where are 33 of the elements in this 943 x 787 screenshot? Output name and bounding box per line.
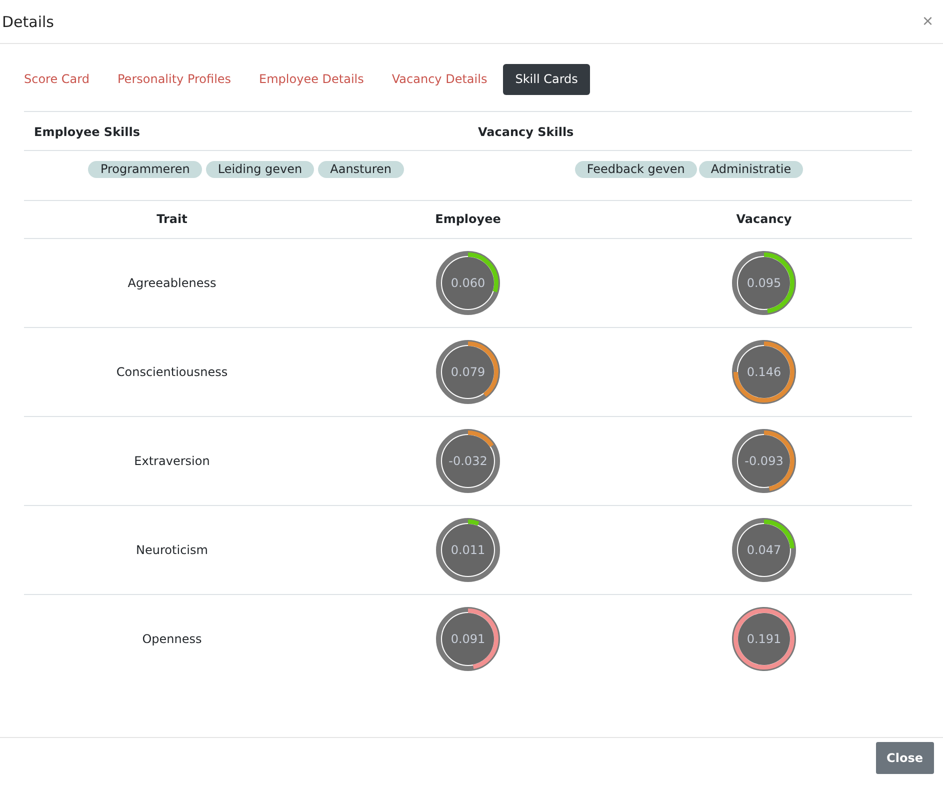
skill-tag: Administratie — [698, 161, 804, 178]
skill-tag: Programmeren — [88, 161, 202, 178]
column-heading: Employee — [434, 211, 502, 228]
column-heading: Trait — [156, 211, 188, 228]
trait-name: Openness — [142, 632, 202, 646]
gauge-reading: 0.011 — [450, 543, 486, 557]
close-button[interactable]: Close — [876, 742, 934, 774]
gauge-reading: 0.091 — [450, 632, 486, 646]
gauge-reading: -0.093 — [744, 454, 784, 468]
gauge-face — [442, 524, 494, 576]
trait-name: Conscientiousness — [116, 365, 228, 379]
gauge-reading: 0.146 — [746, 365, 782, 379]
gauge-reading: -0.032 — [448, 454, 488, 468]
window-title: Details — [2, 12, 54, 30]
tab[interactable]: Personality Profiles — [106, 64, 244, 95]
tab[interactable]: Vacancy Details — [380, 64, 500, 95]
trait-name: Neuroticism — [136, 543, 208, 557]
trait-name: Extraversion — [134, 454, 210, 468]
gauge-reading: 0.095 — [746, 276, 782, 290]
column-heading: Vacancy Skills — [468, 112, 912, 151]
gauge-reading: 0.079 — [450, 365, 486, 379]
tab[interactable]: Employee Details — [247, 64, 376, 95]
tab[interactable]: Skill Cards — [503, 64, 590, 95]
column-heading: Employee Skills — [24, 112, 468, 151]
skill-tag: Leiding geven — [206, 161, 314, 178]
gauge-reading: 0.191 — [746, 632, 782, 646]
skill-tag: Aansturen — [318, 161, 404, 178]
gauge-reading: 0.060 — [450, 276, 486, 290]
trait-name: Agreeableness — [128, 276, 216, 290]
skill-tag: Feedback geven — [574, 161, 697, 178]
gauge-reading: 0.047 — [746, 543, 782, 557]
column-heading: Vacancy — [735, 211, 793, 228]
tab[interactable]: Score Card — [24, 64, 102, 95]
